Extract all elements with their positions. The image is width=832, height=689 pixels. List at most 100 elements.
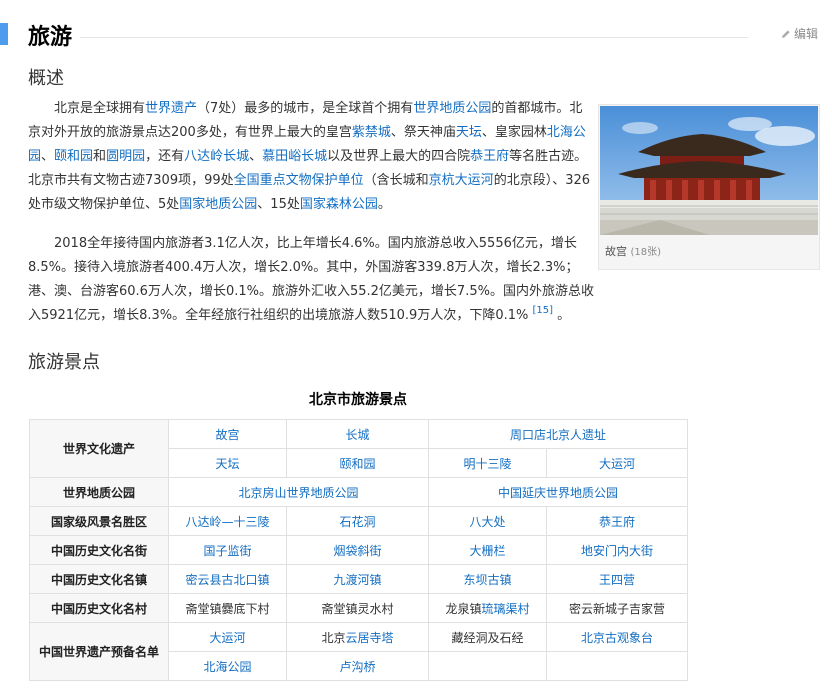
row-header: 中国历史文化名村 [29, 593, 169, 623]
sight-link[interactable]: 颐和园 [339, 457, 375, 471]
overview-paragraph-2: 2018全年接待国内旅游者3.1亿人次，比上年增长4.6%。国内旅游总收入555… [28, 232, 595, 328]
table-row: 国家级风景名胜区 八达岭—十三陵 石花洞 八大处 恭王府 [29, 506, 689, 536]
table-cell: 大运河 [168, 622, 287, 652]
table-cell: 恭王府 [545, 506, 689, 536]
sight-link[interactable]: 中国延庆世界地质公园 [498, 486, 618, 500]
table-cell: 八大处 [428, 506, 547, 536]
pencil-icon [781, 30, 790, 38]
table-cell: 卢沟桥 [286, 651, 429, 681]
table-row: 世界地质公园 北京房山世界地质公园 中国延庆世界地质公园 [29, 477, 689, 507]
row-header: 世界地质公园 [29, 477, 169, 507]
sight-link[interactable]: 地安门内大街 [581, 544, 653, 558]
table-cell: 石花洞 [286, 506, 429, 536]
sight-link[interactable]: 长城 [345, 428, 369, 442]
table-row: 中国世界遗产预备名单 大运河 北京云居寺塔 藏经洞及石经 北京古观象台 [29, 622, 689, 681]
paragraph-text: 、 [41, 149, 55, 164]
sight-link[interactable]: 烟袋斜街 [333, 544, 381, 558]
caption-text: 故宫 [605, 245, 627, 258]
paragraph-text: ，还有 [145, 149, 185, 164]
row-header: 国家级风景名胜区 [29, 506, 169, 536]
inline-link[interactable]: 颐和园 [54, 149, 93, 164]
sight-link[interactable]: 王四营 [599, 573, 635, 587]
table-cell: 九渡河镇 [286, 564, 429, 594]
sight-link[interactable]: 云居寺塔 [346, 631, 394, 645]
image-card[interactable]: 故宫 (18张) [598, 104, 820, 270]
table-cell: 北京云居寺塔 [286, 622, 429, 652]
sights-table: 世界文化遗产 故宫 长城 周口店北京人遗址 天坛 颐和园 明十三陵 大运河 世界… [29, 419, 689, 681]
row-header: 中国世界遗产预备名单 [29, 622, 169, 681]
paragraph-2-text: 2018全年接待国内旅游者3.1亿人次，比上年增长4.6%。国内旅游总收入555… [28, 236, 594, 323]
table-cell: 北京房山世界地质公园 [168, 477, 429, 507]
sight-link[interactable]: 石花洞 [339, 515, 375, 529]
table-cell: 北京古观象台 [545, 622, 689, 652]
sight-link[interactable]: 大栅栏 [469, 544, 505, 558]
paragraph-2-end: 。 [553, 308, 571, 323]
table-cell: 周口店北京人遗址 [427, 419, 689, 449]
paragraph-text: 、 [249, 149, 263, 164]
sight-link[interactable]: 大运河 [209, 631, 245, 645]
table-cell: 龙泉镇琉璃渠村 [428, 593, 547, 623]
paragraph-text: 和 [93, 149, 107, 164]
table-row: 中国历史文化名镇 密云县古北口镇 九渡河镇 东坝古镇 王四营 [29, 564, 689, 594]
sight-link[interactable]: 明十三陵 [463, 457, 511, 471]
subsection-title-overview: 概述 [28, 68, 64, 89]
sight-link[interactable]: 九渡河镇 [333, 573, 381, 587]
inline-link[interactable]: 恭王府 [470, 149, 509, 164]
sight-link[interactable]: 东坝古镇 [463, 573, 511, 587]
inline-link[interactable]: 紫禁城 [352, 125, 391, 140]
sight-link[interactable]: 卢沟桥 [339, 660, 375, 674]
row-header: 中国历史文化名镇 [29, 564, 169, 594]
sight-link[interactable]: 恭王府 [599, 515, 635, 529]
inline-link[interactable]: 国家森林公园 [300, 197, 378, 212]
table-cell: 八达岭—十三陵 [168, 506, 287, 536]
table-cell: 藏经洞及石经 [428, 622, 547, 652]
sight-link[interactable]: 国子监街 [203, 544, 251, 558]
inline-link[interactable]: 国家地质公园 [179, 197, 257, 212]
sight-link[interactable]: 北海公园 [203, 660, 251, 674]
image-caption: 故宫 (18张) [605, 243, 661, 259]
forbidden-city-photo[interactable] [600, 106, 818, 235]
table-cell: 北海公园 [168, 651, 287, 681]
sight-link[interactable]: 北京房山世界地质公园 [238, 486, 358, 500]
sight-link[interactable]: 北京古观象台 [581, 631, 653, 645]
row-header: 中国历史文化名街 [29, 535, 169, 565]
reference-link[interactable]: [15] [533, 305, 554, 316]
inline-link[interactable]: 圆明园 [106, 149, 145, 164]
paragraph-text: 、祭天神庙 [390, 125, 456, 140]
sight-link[interactable]: 天坛 [215, 457, 239, 471]
inline-link[interactable]: 京杭大运河 [429, 173, 494, 188]
sight-link[interactable]: 八大处 [469, 515, 505, 529]
table-cell: 天坛 [168, 448, 287, 478]
edit-label: 编辑 [793, 27, 818, 41]
section-title: 旅游 [28, 25, 73, 50]
table-cell: 东坝古镇 [428, 564, 547, 594]
sight-link[interactable]: 八达岭—十三陵 [185, 515, 269, 529]
table-cell: 故宫 [168, 419, 287, 449]
table-cell: 大运河 [545, 448, 689, 478]
edit-button[interactable]: 编辑 [781, 25, 818, 42]
sight-link[interactable]: 周口店北京人遗址 [510, 428, 606, 442]
image-count: (18张) [630, 247, 662, 258]
paragraph-text: （7处）最多的城市，是全球首个拥有 [197, 101, 414, 116]
table-cell: 斋堂镇爨底下村 [168, 593, 287, 623]
sight-link[interactable]: 密云县古北口镇 [185, 573, 269, 587]
inline-link[interactable]: 天坛 [456, 125, 482, 140]
section-heading: 旅游 编辑 [0, 14, 832, 54]
table-cell: 王四营 [545, 564, 689, 594]
inline-link[interactable]: 全国重点文物保护单位 [234, 173, 364, 188]
inline-link[interactable]: 世界地质公园 [413, 101, 491, 116]
inline-link[interactable]: 慕田峪长城 [262, 149, 327, 164]
sight-link[interactable]: 故宫 [215, 428, 239, 442]
table-cell: 斋堂镇灵水村 [286, 593, 429, 623]
palace-illustration [600, 106, 818, 235]
table-cell: 密云县古北口镇 [168, 564, 287, 594]
inline-link[interactable]: 世界遗产 [145, 101, 197, 116]
sight-link[interactable]: 大运河 [599, 457, 635, 471]
paragraph-text: 、皇家园林 [481, 125, 547, 140]
table-row: 中国历史文化名村 斋堂镇爨底下村 斋堂镇灵水村 龙泉镇琉璃渠村 密云新城子吉家营 [29, 593, 689, 623]
table-cell [428, 651, 547, 681]
sight-link[interactable]: 琉璃渠村 [482, 602, 530, 616]
paragraph-text: 以及世界上最大的四合院 [327, 149, 471, 164]
table-title: 北京市旅游景点 [309, 392, 407, 408]
inline-link[interactable]: 八达岭长城 [184, 149, 249, 164]
